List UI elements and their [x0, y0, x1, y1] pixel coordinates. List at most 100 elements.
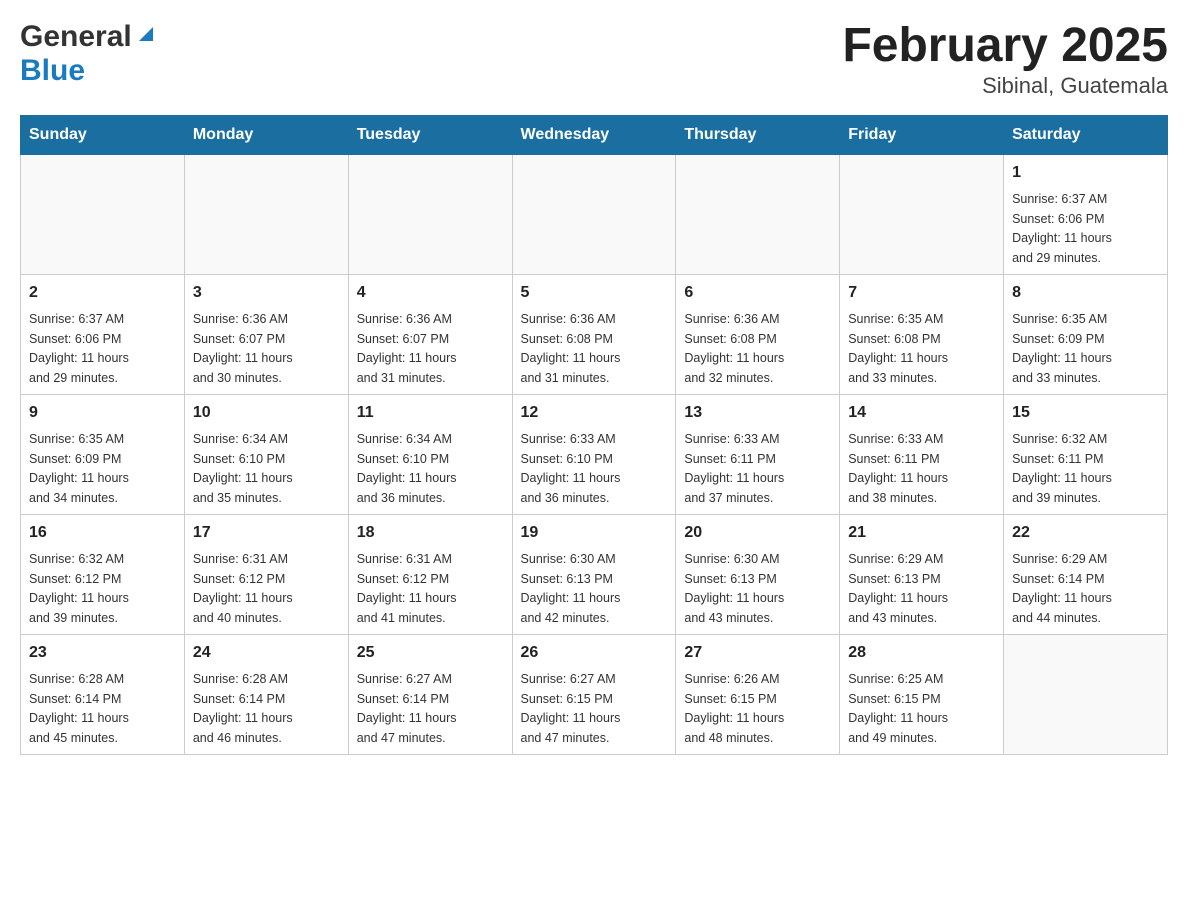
- calendar-cell: 21 Sunrise: 6:29 AM Sunset: 6:13 PM Dayli…: [840, 514, 1004, 634]
- day-info: Sunrise: 6:25 AM Sunset: 6:15 PM Dayligh…: [848, 672, 948, 745]
- calendar-cell: [840, 154, 1004, 274]
- day-info: Sunrise: 6:29 AM Sunset: 6:14 PM Dayligh…: [1012, 552, 1112, 625]
- day-info: Sunrise: 6:27 AM Sunset: 6:14 PM Dayligh…: [357, 672, 457, 745]
- day-number: 10: [193, 401, 340, 425]
- day-info: Sunrise: 6:27 AM Sunset: 6:15 PM Dayligh…: [521, 672, 621, 745]
- day-number: 6: [684, 281, 831, 305]
- calendar-title: February 2025: [842, 20, 1168, 73]
- calendar-cell: [512, 154, 676, 274]
- calendar-week-row: 23Sunrise: 6:28 AM Sunset: 6:14 PM Dayli…: [21, 634, 1168, 754]
- calendar-cell: 2 Sunrise: 6:37 AM Sunset: 6:06 PM Daylig…: [21, 274, 185, 394]
- day-info: Sunrise: 6:37 AM Sunset: 6:06 PM Dayligh…: [1012, 192, 1112, 265]
- day-number: 27: [684, 641, 831, 665]
- day-number: 25: [357, 641, 504, 665]
- calendar-header-friday: Friday: [840, 115, 1004, 154]
- calendar-cell: [1004, 634, 1168, 754]
- calendar-cell: 14 Sunrise: 6:33 AM Sunset: 6:11 PM Dayli…: [840, 394, 1004, 514]
- calendar-cell: 24 Sunrise: 6:28 AM Sunset: 6:14 PM Dayli…: [184, 634, 348, 754]
- day-number: 3: [193, 281, 340, 305]
- day-info: Sunrise: 6:33 AM Sunset: 6:11 PM Dayligh…: [848, 432, 948, 505]
- calendar-week-row: 9Sunrise: 6:35 AM Sunset: 6:09 PM Daylig…: [21, 394, 1168, 514]
- day-number: 4: [357, 281, 504, 305]
- calendar-header-row: SundayMondayTuesdayWednesdayThursdayFrid…: [21, 115, 1168, 154]
- calendar-cell: 8Sunrise: 6:35 AM Sunset: 6:09 PM Daylig…: [1004, 274, 1168, 394]
- calendar-cell: [348, 154, 512, 274]
- day-info: Sunrise: 6:31 AM Sunset: 6:12 PM Dayligh…: [193, 552, 293, 625]
- day-number: 1: [1012, 161, 1159, 185]
- day-number: 2: [29, 281, 176, 305]
- day-info: Sunrise: 6:30 AM Sunset: 6:13 PM Dayligh…: [521, 552, 621, 625]
- day-number: 5: [521, 281, 668, 305]
- calendar-cell: 3 Sunrise: 6:36 AM Sunset: 6:07 PM Daylig…: [184, 274, 348, 394]
- day-info: Sunrise: 6:34 AM Sunset: 6:10 PM Dayligh…: [357, 432, 457, 505]
- day-info: Sunrise: 6:36 AM Sunset: 6:07 PM Dayligh…: [193, 312, 293, 385]
- calendar-cell: 25 Sunrise: 6:27 AM Sunset: 6:14 PM Dayli…: [348, 634, 512, 754]
- day-info: Sunrise: 6:31 AM Sunset: 6:12 PM Dayligh…: [357, 552, 457, 625]
- logo-triangle-icon: [135, 23, 157, 45]
- day-info: Sunrise: 6:35 AM Sunset: 6:08 PM Dayligh…: [848, 312, 948, 385]
- day-number: 16: [29, 521, 176, 545]
- calendar-cell: 9Sunrise: 6:35 AM Sunset: 6:09 PM Daylig…: [21, 394, 185, 514]
- calendar-cell: 10 Sunrise: 6:34 AM Sunset: 6:10 PM Dayli…: [184, 394, 348, 514]
- day-info: Sunrise: 6:29 AM Sunset: 6:13 PM Dayligh…: [848, 552, 948, 625]
- calendar-cell: 13Sunrise: 6:33 AM Sunset: 6:11 PM Dayli…: [676, 394, 840, 514]
- calendar-header-monday: Monday: [184, 115, 348, 154]
- calendar-header-sunday: Sunday: [21, 115, 185, 154]
- calendar-header-thursday: Thursday: [676, 115, 840, 154]
- day-number: 14: [848, 401, 995, 425]
- calendar-cell: 18 Sunrise: 6:31 AM Sunset: 6:12 PM Dayli…: [348, 514, 512, 634]
- day-info: Sunrise: 6:26 AM Sunset: 6:15 PM Dayligh…: [684, 672, 784, 745]
- logo-blue-text: Blue: [20, 54, 85, 87]
- calendar-header-saturday: Saturday: [1004, 115, 1168, 154]
- calendar-week-row: 16 Sunrise: 6:32 AM Sunset: 6:12 PM Dayli…: [21, 514, 1168, 634]
- calendar-cell: 12Sunrise: 6:33 AM Sunset: 6:10 PM Dayli…: [512, 394, 676, 514]
- calendar-cell: 16 Sunrise: 6:32 AM Sunset: 6:12 PM Dayli…: [21, 514, 185, 634]
- day-number: 11: [357, 401, 504, 425]
- calendar-cell: 26 Sunrise: 6:27 AM Sunset: 6:15 PM Dayli…: [512, 634, 676, 754]
- day-number: 18: [357, 521, 504, 545]
- calendar-header-tuesday: Tuesday: [348, 115, 512, 154]
- day-info: Sunrise: 6:32 AM Sunset: 6:12 PM Dayligh…: [29, 552, 129, 625]
- calendar-subtitle: Sibinal, Guatemala: [842, 73, 1168, 99]
- logo-general-text: General: [20, 20, 132, 54]
- calendar-cell: 22 Sunrise: 6:29 AM Sunset: 6:14 PM Dayli…: [1004, 514, 1168, 634]
- calendar-table: SundayMondayTuesdayWednesdayThursdayFrid…: [20, 115, 1168, 755]
- calendar-cell: [184, 154, 348, 274]
- calendar-cell: 19Sunrise: 6:30 AM Sunset: 6:13 PM Dayli…: [512, 514, 676, 634]
- day-info: Sunrise: 6:35 AM Sunset: 6:09 PM Dayligh…: [29, 432, 129, 505]
- day-info: Sunrise: 6:33 AM Sunset: 6:11 PM Dayligh…: [684, 432, 784, 505]
- title-area: February 2025 Sibinal, Guatemala: [842, 20, 1168, 99]
- calendar-cell: 27 Sunrise: 6:26 AM Sunset: 6:15 PM Dayli…: [676, 634, 840, 754]
- day-info: Sunrise: 6:37 AM Sunset: 6:06 PM Dayligh…: [29, 312, 129, 385]
- logo: General Blue: [20, 20, 157, 88]
- calendar-cell: 23Sunrise: 6:28 AM Sunset: 6:14 PM Dayli…: [21, 634, 185, 754]
- day-info: Sunrise: 6:34 AM Sunset: 6:10 PM Dayligh…: [193, 432, 293, 505]
- calendar-week-row: 1 Sunrise: 6:37 AM Sunset: 6:06 PM Daylig…: [21, 154, 1168, 274]
- header: General Blue February 2025 Sibinal, Guat…: [20, 20, 1168, 99]
- day-number: 12: [521, 401, 668, 425]
- calendar-header-wednesday: Wednesday: [512, 115, 676, 154]
- day-number: 17: [193, 521, 340, 545]
- day-number: 24: [193, 641, 340, 665]
- day-number: 8: [1012, 281, 1159, 305]
- calendar-cell: 1 Sunrise: 6:37 AM Sunset: 6:06 PM Daylig…: [1004, 154, 1168, 274]
- day-info: Sunrise: 6:30 AM Sunset: 6:13 PM Dayligh…: [684, 552, 784, 625]
- calendar-week-row: 2 Sunrise: 6:37 AM Sunset: 6:06 PM Daylig…: [21, 274, 1168, 394]
- calendar-cell: 7Sunrise: 6:35 AM Sunset: 6:08 PM Daylig…: [840, 274, 1004, 394]
- day-info: Sunrise: 6:36 AM Sunset: 6:08 PM Dayligh…: [521, 312, 621, 385]
- day-info: Sunrise: 6:28 AM Sunset: 6:14 PM Dayligh…: [29, 672, 129, 745]
- calendar-cell: 11 Sunrise: 6:34 AM Sunset: 6:10 PM Dayli…: [348, 394, 512, 514]
- day-info: Sunrise: 6:28 AM Sunset: 6:14 PM Dayligh…: [193, 672, 293, 745]
- day-info: Sunrise: 6:36 AM Sunset: 6:08 PM Dayligh…: [684, 312, 784, 385]
- calendar-cell: 5 Sunrise: 6:36 AM Sunset: 6:08 PM Daylig…: [512, 274, 676, 394]
- day-number: 21: [848, 521, 995, 545]
- calendar-cell: 17 Sunrise: 6:31 AM Sunset: 6:12 PM Dayli…: [184, 514, 348, 634]
- calendar-cell: 4Sunrise: 6:36 AM Sunset: 6:07 PM Daylig…: [348, 274, 512, 394]
- calendar-cell: 15Sunrise: 6:32 AM Sunset: 6:11 PM Dayli…: [1004, 394, 1168, 514]
- day-number: 22: [1012, 521, 1159, 545]
- calendar-cell: 6 Sunrise: 6:36 AM Sunset: 6:08 PM Daylig…: [676, 274, 840, 394]
- day-number: 28: [848, 641, 995, 665]
- day-info: Sunrise: 6:32 AM Sunset: 6:11 PM Dayligh…: [1012, 432, 1112, 505]
- calendar-cell: [676, 154, 840, 274]
- day-number: 26: [521, 641, 668, 665]
